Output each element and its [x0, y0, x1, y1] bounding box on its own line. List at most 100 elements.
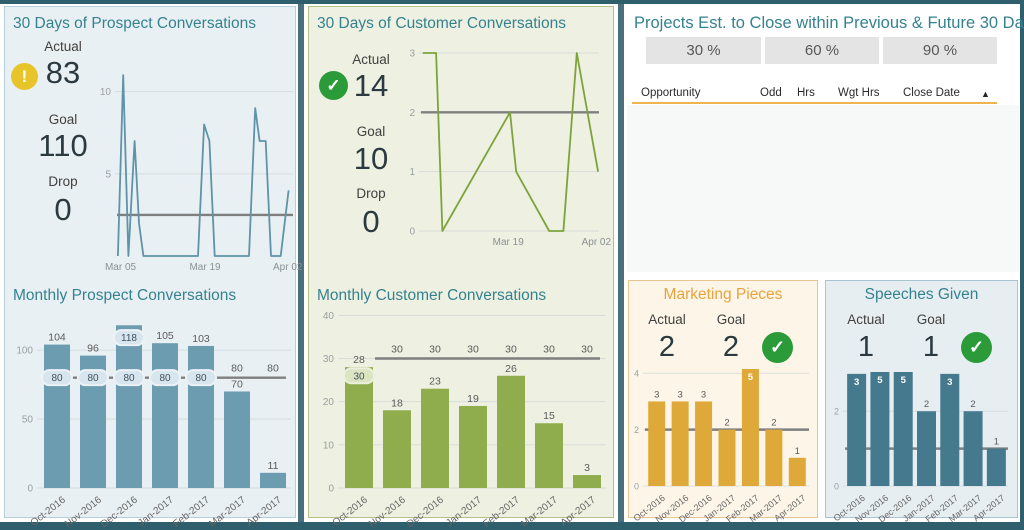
- svg-text:26: 26: [505, 363, 517, 375]
- svg-text:2: 2: [409, 108, 415, 119]
- svg-text:3: 3: [947, 377, 952, 388]
- success-icon: ✓: [961, 332, 992, 363]
- svg-text:3: 3: [584, 462, 590, 474]
- table-header-underline: [632, 102, 997, 104]
- svg-text:3: 3: [701, 389, 706, 400]
- svg-text:30: 30: [391, 343, 403, 355]
- customer-card: 30 Days of Customer Conversations Actual…: [308, 6, 614, 530]
- prospect-30d-title: 30 Days of Prospect Conversations: [13, 15, 256, 32]
- goal-label: Goal: [916, 312, 946, 327]
- actual-label: Actual: [44, 39, 82, 54]
- svg-text:30: 30: [429, 343, 441, 355]
- svg-text:40: 40: [323, 311, 335, 322]
- svg-text:30: 30: [581, 343, 593, 355]
- bottom-frame: [0, 522, 1024, 530]
- svg-text:80: 80: [87, 373, 99, 384]
- svg-text:80: 80: [267, 363, 279, 375]
- actual-value: 1: [857, 331, 875, 363]
- svg-text:0: 0: [834, 482, 839, 492]
- customer-30d-title: 30 Days of Customer Conversations: [317, 15, 566, 32]
- dashboard: 30 Days of Prospect Conversations Actual…: [0, 0, 1024, 530]
- svg-text:118: 118: [121, 333, 137, 344]
- svg-text:30: 30: [323, 354, 335, 365]
- col-header-odd[interactable]: Odd: [760, 87, 782, 99]
- svg-text:5: 5: [748, 372, 754, 383]
- svg-text:0: 0: [409, 227, 415, 238]
- projects-panel-title: Projects Est. to Close within Previous &…: [634, 14, 1024, 32]
- goal-label: Goal: [716, 312, 746, 327]
- customer-line-chart[interactable]: 0 1 2 3 Mar 19 Apr 02: [389, 49, 611, 257]
- svg-text:Mar 05: Mar 05: [105, 262, 137, 273]
- svg-text:23: 23: [429, 376, 441, 388]
- goal-value: 2: [722, 331, 740, 363]
- success-icon: ✓: [762, 332, 793, 363]
- svg-text:1: 1: [409, 167, 415, 178]
- marketing-card: Marketing Pieces Actual Goal 2 2 ✓ 0 2 4 3 3…: [628, 280, 818, 525]
- svg-text:80: 80: [195, 373, 207, 384]
- marketing-bar-chart[interactable]: 0243 3 32 215Oct-2016Nov-2016Dec-2016Jan-20…: [632, 361, 815, 525]
- svg-text:10: 10: [100, 87, 112, 98]
- svg-text:19: 19: [467, 393, 479, 405]
- svg-text:3: 3: [654, 389, 659, 400]
- svg-text:3: 3: [409, 49, 415, 60]
- svg-text:Mar 19: Mar 19: [493, 237, 525, 248]
- projects-panel: Projects Est. to Close within Previous &…: [626, 4, 1024, 274]
- svg-text:30: 30: [353, 371, 365, 382]
- svg-text:Apr 02: Apr 02: [273, 262, 303, 273]
- actual-label: Actual: [847, 312, 885, 327]
- svg-text:30: 30: [467, 343, 479, 355]
- svg-text:80: 80: [159, 373, 171, 384]
- svg-text:2: 2: [724, 418, 729, 429]
- svg-text:80: 80: [231, 363, 243, 375]
- svg-text:0: 0: [27, 484, 33, 495]
- svg-text:104: 104: [48, 332, 66, 344]
- speeches-card: Speeches Given Actual Goal 1 1 ✓ 0 2 2 2 1 3 5…: [825, 280, 1018, 525]
- svg-text:15: 15: [543, 410, 555, 422]
- speeches-bar-chart[interactable]: 022 213 5 5 3Oct-2016Nov-2016Dec-2016Jan-201…: [831, 361, 1014, 525]
- svg-text:30: 30: [543, 343, 555, 355]
- col-header-wgt-hrs[interactable]: Wgt Hrs: [838, 87, 880, 99]
- actual-label: Actual: [648, 312, 686, 327]
- prospect-card: 30 Days of Prospect Conversations Actual…: [4, 6, 303, 530]
- svg-text:80: 80: [123, 373, 135, 384]
- prospect-line-chart[interactable]: 5 10 Mar 05 Mar 19 Apr 02: [89, 59, 303, 273]
- svg-text:2: 2: [771, 418, 776, 429]
- prospect-bar-chart[interactable]: 05010080 8010496105 103701180 80 80 80 80118Oc…: [7, 305, 297, 530]
- svg-text:18: 18: [391, 397, 403, 409]
- svg-text:80: 80: [51, 373, 63, 384]
- svg-text:2: 2: [834, 407, 839, 417]
- svg-text:103: 103: [192, 333, 210, 345]
- svg-text:20: 20: [323, 397, 335, 408]
- svg-text:50: 50: [22, 415, 34, 426]
- actual-value: 2: [658, 331, 676, 363]
- col-header-hrs[interactable]: Hrs: [797, 87, 815, 99]
- prospect-monthly-title: Monthly Prospect Conversations: [13, 287, 237, 304]
- col-header-close-date[interactable]: Close Date: [903, 87, 960, 99]
- svg-text:30: 30: [505, 343, 517, 355]
- svg-text:Apr 02: Apr 02: [582, 237, 612, 248]
- speeches-title: Speeches Given: [864, 286, 979, 303]
- svg-text:4: 4: [634, 369, 639, 379]
- filter-30pct-button[interactable]: 30 %: [646, 37, 761, 64]
- column-divider: [618, 4, 624, 522]
- svg-text:1: 1: [795, 446, 800, 457]
- goal-value: 1: [922, 331, 940, 363]
- col-header-opportunity[interactable]: Opportunity: [641, 87, 700, 99]
- filter-60pct-button[interactable]: 60 %: [765, 37, 879, 64]
- filter-90pct-button[interactable]: 90 %: [883, 37, 997, 64]
- svg-text:5: 5: [901, 375, 907, 386]
- svg-text:2: 2: [924, 399, 929, 410]
- customer-bar-chart[interactable]: 01020304030 30 30 30 30 30281823192615330Oct-…: [312, 305, 612, 530]
- right-frame: [1020, 0, 1024, 530]
- svg-text:0: 0: [328, 484, 334, 495]
- svg-text:3: 3: [854, 377, 859, 388]
- svg-text:5: 5: [105, 169, 111, 180]
- svg-text:96: 96: [87, 343, 99, 355]
- svg-text:10: 10: [323, 440, 335, 451]
- svg-text:28: 28: [353, 354, 365, 366]
- svg-text:Mar 19: Mar 19: [189, 262, 221, 273]
- svg-text:70: 70: [231, 378, 243, 390]
- svg-text:1: 1: [994, 437, 999, 448]
- sort-ascending-icon[interactable]: ▲: [981, 89, 990, 99]
- svg-text:0: 0: [634, 482, 639, 492]
